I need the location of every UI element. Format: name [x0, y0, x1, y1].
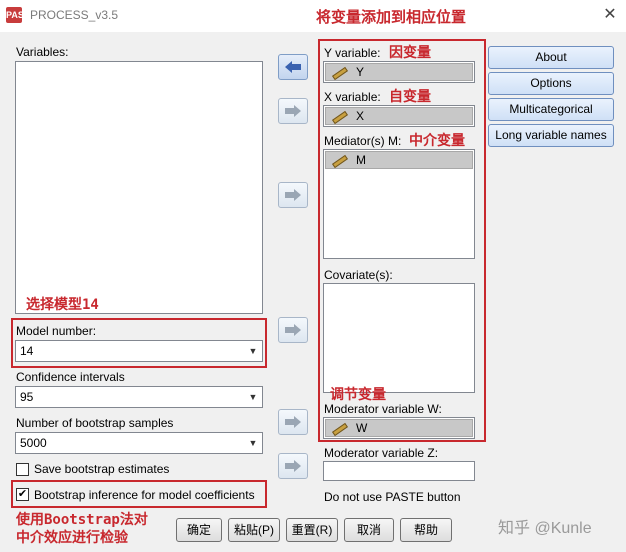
annotation-mediator: 中介变量 [409, 133, 465, 149]
moderator-z-label: Moderator variable Z: [324, 446, 439, 460]
moderator-z-field[interactable] [323, 461, 475, 481]
move-to-moderator-w-button[interactable] [278, 409, 308, 435]
model-number-label: Model number: [16, 324, 97, 338]
mediator-item[interactable]: M [325, 151, 473, 169]
arrow-right-icon [285, 189, 301, 201]
watermark: 知乎 @Kunle [498, 520, 592, 537]
scale-ruler-icon [332, 423, 346, 433]
y-variable-value: Y [356, 65, 365, 79]
reset-button[interactable]: 重置(R) [286, 518, 338, 542]
arrow-left-icon [285, 61, 301, 73]
move-to-covariate-button[interactable] [278, 317, 308, 343]
annotation-x: 自变量 [389, 89, 431, 105]
cancel-button[interactable]: 取消 [344, 518, 394, 542]
paste-button[interactable]: 粘贴(P) [228, 518, 280, 542]
x-variable-value: X [356, 109, 365, 123]
mediator-list[interactable]: M [323, 149, 475, 259]
confidence-value: 95 [20, 390, 34, 404]
scale-ruler-icon [332, 111, 346, 121]
model-number-select[interactable]: 14 ▼ [15, 340, 263, 362]
move-to-x-button[interactable] [278, 98, 308, 124]
moderator-w-value: W [356, 421, 368, 435]
app-icon: PASW [6, 7, 32, 23]
model-number-value: 14 [20, 344, 34, 358]
title-bar: PASW PROCESS_v3.5 将变量添加到相应位置 ✕ [0, 0, 626, 32]
move-to-y-button[interactable] [278, 54, 308, 80]
scale-ruler-icon [332, 155, 346, 165]
covariates-label: Covariate(s): [324, 268, 393, 282]
annotation-model: 选择模型14 [26, 297, 99, 313]
x-variable-item[interactable]: X [325, 107, 473, 125]
save-bootstrap-label: Save bootstrap estimates [34, 462, 170, 476]
help-button[interactable]: 帮助 [400, 518, 452, 542]
arrow-right-icon [285, 416, 301, 428]
arrow-right-icon [285, 324, 301, 336]
about-button[interactable]: About [488, 46, 614, 69]
save-bootstrap-checkbox[interactable] [16, 463, 29, 476]
bootstrap-inference-checkbox[interactable]: ✔ [16, 488, 29, 501]
multicategorical-button[interactable]: Multicategorical [488, 98, 614, 121]
confidence-select[interactable]: 95 ▼ [15, 386, 263, 408]
arrow-right-icon [285, 105, 301, 117]
chevron-down-icon[interactable]: ▼ [244, 433, 262, 453]
chevron-down-icon[interactable]: ▼ [244, 387, 262, 407]
moderator-w-field[interactable]: W [323, 417, 475, 439]
moderator-w-label: Moderator variable W: [324, 402, 442, 416]
annotation-bootstrap-line1: 使用Bootstrap法对 [16, 512, 148, 528]
check-icon: ✔ [17, 488, 28, 500]
long-variable-names-button[interactable]: Long variable names [488, 124, 614, 147]
annotation-bootstrap-line2: 中介效应进行检验 [16, 530, 128, 546]
mediator-label: Mediator(s) M: [324, 134, 402, 148]
moderator-w-item[interactable]: W [325, 419, 473, 437]
x-variable-label: X variable: [324, 90, 381, 104]
scale-ruler-icon [332, 67, 346, 77]
bootstrap-inference-label: Bootstrap inference for model coefficien… [34, 488, 255, 502]
ok-button[interactable]: 确定 [176, 518, 222, 542]
window-title: PROCESS_v3.5 [30, 8, 119, 22]
paste-note: Do not use PASTE button [324, 490, 461, 504]
covariates-list[interactable] [323, 283, 475, 393]
annotation-top: 将变量添加到相应位置 [316, 8, 467, 26]
bootstrap-samples-label: Number of bootstrap samples [16, 416, 174, 430]
bootstrap-samples-value: 5000 [20, 436, 47, 450]
move-to-mediator-button[interactable] [278, 182, 308, 208]
annotation-y: 因变量 [389, 45, 431, 61]
y-variable-item[interactable]: Y [325, 63, 473, 81]
close-icon[interactable]: ✕ [598, 4, 622, 26]
bootstrap-samples-select[interactable]: 5000 ▼ [15, 432, 263, 454]
annotation-moderator: 调节变量 [330, 387, 386, 403]
y-variable-label: Y variable: [324, 46, 381, 60]
chevron-down-icon[interactable]: ▼ [244, 341, 262, 361]
variables-list[interactable] [15, 61, 263, 314]
options-button[interactable]: Options [488, 72, 614, 95]
arrow-right-icon [285, 460, 301, 472]
y-variable-field[interactable]: Y [323, 61, 475, 83]
mediator-value: M [356, 153, 366, 167]
move-to-moderator-z-button[interactable] [278, 453, 308, 479]
confidence-label: Confidence intervals [16, 370, 125, 384]
variables-label: Variables: [16, 45, 69, 59]
x-variable-field[interactable]: X [323, 105, 475, 127]
